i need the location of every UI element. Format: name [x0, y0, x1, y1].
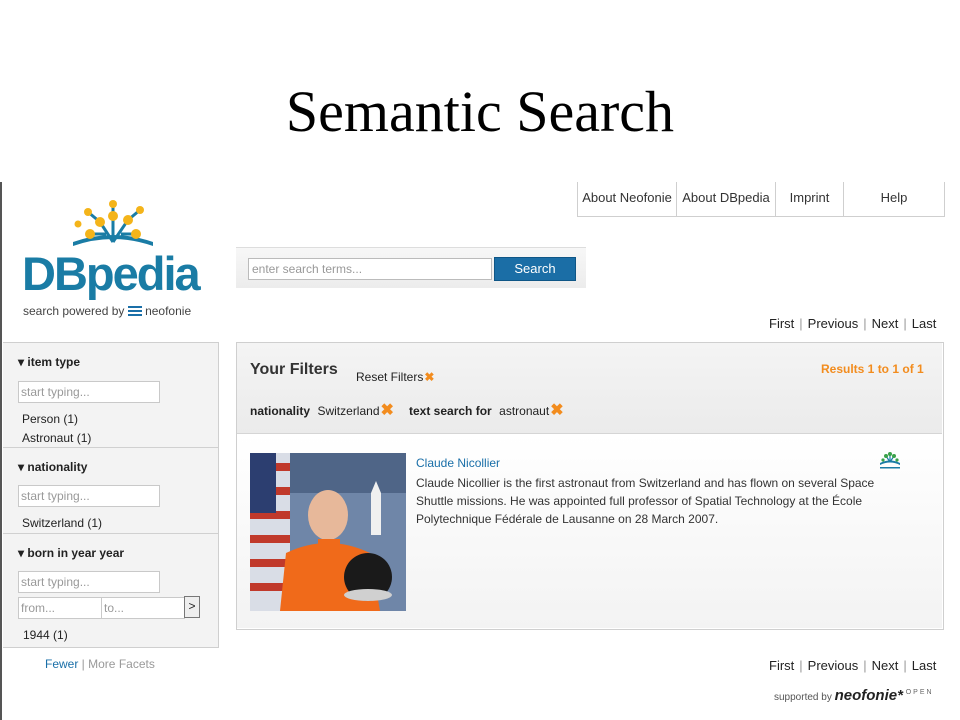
facet-born-input[interactable] — [18, 571, 160, 593]
facet-born-from-input[interactable] — [18, 597, 102, 619]
pager-top: First | Previous | Next | Last — [769, 316, 937, 331]
supported-by-label: supported by — [774, 692, 832, 703]
pager-last[interactable]: Last — [912, 658, 937, 673]
logo-wordmark: DBpedia — [22, 247, 201, 300]
frame-divider — [0, 182, 2, 720]
facets-toggle: Fewer | More Facets — [45, 657, 155, 671]
pager-first[interactable]: First — [769, 658, 794, 673]
pager-last[interactable]: Last — [912, 316, 937, 331]
slide-title: Semantic Search — [285, 79, 675, 144]
active-filter-label: text search for — [409, 404, 492, 418]
facet-title[interactable]: ▾ item type — [18, 355, 80, 369]
supported-by-footer: supported by neofonie* OPEN — [774, 687, 934, 704]
remove-icon[interactable]: ✖ — [381, 402, 394, 419]
filters-bar — [237, 343, 942, 434]
pager-next[interactable]: Next — [872, 658, 899, 673]
top-nav: About Neofonie About DBpedia Imprint Hel… — [577, 182, 945, 217]
neofonie-lines-icon — [127, 305, 142, 319]
facets-panel: ▾ item type Person (1) Astronaut (1) ▾ n… — [3, 342, 219, 648]
facet-born-to-input[interactable] — [101, 597, 185, 619]
result-photo-astronaut[interactable] — [250, 453, 406, 611]
facet-item-type-input[interactable] — [18, 381, 160, 403]
search-button[interactable]: Search — [494, 257, 576, 281]
facet-value[interactable]: Switzerland (1) — [22, 516, 102, 530]
active-filter: text search for astronaut✖ — [409, 400, 564, 420]
pager-previous[interactable]: Previous — [808, 658, 859, 673]
nav-about-neofonie[interactable]: About Neofonie — [578, 182, 677, 216]
active-filter-value[interactable]: Switzerland — [317, 404, 379, 418]
facet-born: ▾ born in year year > 1944 (1) — [3, 534, 218, 646]
facet-value[interactable]: 1944 (1) — [23, 628, 68, 642]
pager-bottom: First | Previous | Next | Last — [769, 658, 937, 673]
facet-title[interactable]: ▾ nationality — [18, 460, 87, 474]
active-filter: nationality Switzerland✖ — [250, 400, 394, 420]
nav-imprint[interactable]: Imprint — [776, 182, 844, 216]
footer-open: OPEN — [905, 689, 934, 696]
facet-value[interactable]: Astronaut (1) — [22, 431, 91, 445]
logo-tagline: search powered by neofonie — [23, 304, 191, 319]
result-title-link[interactable]: Claude Nicollier — [416, 456, 500, 470]
result-description: Claude Nicollier is the first astronaut … — [416, 476, 875, 526]
facet-nationality-input[interactable] — [18, 485, 160, 507]
facet-value[interactable]: Person (1) — [22, 412, 78, 426]
active-filter-label: nationality — [250, 404, 311, 418]
filters-heading: Your Filters — [250, 361, 338, 378]
facet-nationality: ▾ nationality Switzerland (1) — [3, 448, 218, 534]
facet-item-type: ▾ item type Person (1) Astronaut (1) — [3, 343, 218, 448]
logo-tagline-brand: neofonie — [145, 304, 192, 318]
remove-icon[interactable]: ✖ — [550, 402, 563, 419]
facets-more-link[interactable]: More Facets — [88, 657, 155, 671]
facets-fewer-link[interactable]: Fewer — [45, 657, 78, 671]
facet-title[interactable]: ▾ born in year year — [18, 546, 124, 560]
search-input[interactable] — [248, 258, 492, 280]
logo-tagline-prefix: search powered by — [23, 304, 125, 318]
pager-previous[interactable]: Previous — [808, 316, 859, 331]
pager-first[interactable]: First — [769, 316, 794, 331]
dbpedia-source-icon[interactable] — [877, 451, 903, 471]
nav-help[interactable]: Help — [844, 182, 944, 216]
facet-born-go-button[interactable]: > — [184, 596, 200, 618]
results-count: Results 1 to 1 of 1 — [821, 362, 924, 376]
reset-filters-link[interactable]: Reset Filters✖ — [356, 370, 434, 384]
active-filter-value[interactable]: astronaut — [499, 404, 549, 418]
pager-next[interactable]: Next — [872, 316, 899, 331]
footer-brand[interactable]: neofonie — [835, 687, 898, 704]
nav-about-dbpedia[interactable]: About DBpedia — [677, 182, 776, 216]
remove-icon[interactable]: ✖ — [424, 370, 434, 384]
